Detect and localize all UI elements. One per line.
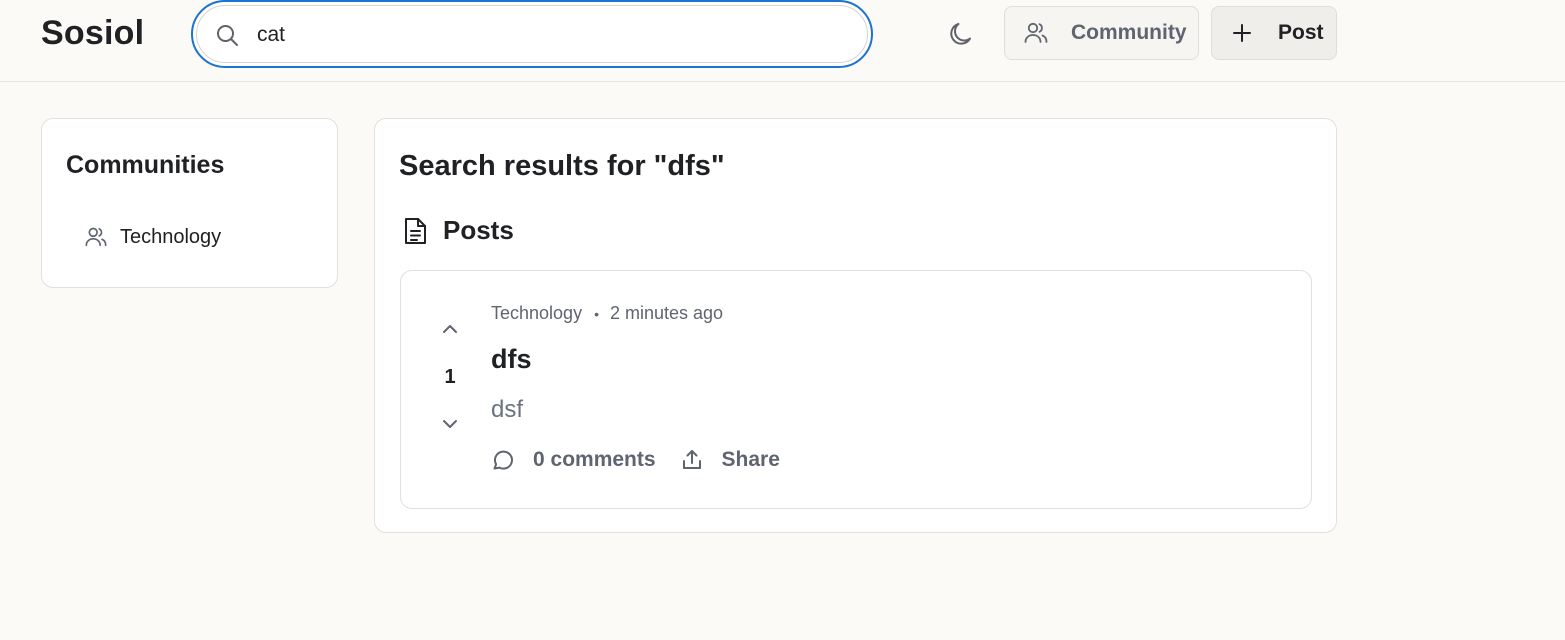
community-button[interactable]: Community <box>1004 6 1199 60</box>
share-icon <box>680 448 704 472</box>
sidebar-item-technology[interactable]: Technology <box>84 225 221 249</box>
community-button-label: Community <box>1071 21 1187 44</box>
post-meta: Technology • 2 minutes ago <box>491 303 723 324</box>
theme-toggle-button[interactable] <box>944 17 980 53</box>
plus-icon <box>1231 22 1253 44</box>
users-icon <box>84 225 108 249</box>
top-header: Sosiol Community <box>0 0 1565 82</box>
post-card[interactable]: 1 Technology • 2 minutes ago dfs dsf 0 c… <box>400 270 1312 509</box>
post-community-link[interactable]: Technology <box>491 303 582 324</box>
comments-count: 0 comments <box>533 448 656 471</box>
search-icon <box>215 23 239 47</box>
page-title: Search results for "dfs" <box>399 150 725 182</box>
share-button[interactable]: Share <box>680 448 780 472</box>
vote-count: 1 <box>444 366 456 388</box>
comment-icon <box>491 448 515 472</box>
upvote-button[interactable] <box>439 318 461 340</box>
meta-separator: • <box>594 305 599 322</box>
post-title[interactable]: dfs <box>491 344 532 375</box>
users-icon <box>1023 20 1049 46</box>
sidebar-title: Communities <box>66 151 225 179</box>
search-input[interactable] <box>257 16 837 54</box>
create-post-button[interactable]: Post <box>1211 6 1337 60</box>
post-timestamp: 2 minutes ago <box>609 303 724 323</box>
app-logo[interactable]: Sosiol <box>41 14 144 53</box>
moon-icon <box>944 17 980 53</box>
create-post-button-label: Post <box>1278 21 1324 44</box>
posts-section-label: Posts <box>443 215 514 245</box>
downvote-button[interactable] <box>439 413 461 435</box>
posts-section-header: Posts <box>401 215 514 246</box>
post-body: dsf <box>491 396 524 423</box>
comments-button[interactable]: 0 comments <box>491 448 656 472</box>
post-actions: 0 comments Share <box>491 448 780 472</box>
sidebar-item-label: Technology <box>120 225 222 248</box>
share-label: Share <box>721 448 780 471</box>
search-bar[interactable] <box>191 0 873 68</box>
search-results-panel: Search results for "dfs" Posts 1 Technol… <box>374 118 1337 533</box>
communities-sidebar: Communities Technology <box>41 118 338 288</box>
document-icon <box>401 216 429 246</box>
